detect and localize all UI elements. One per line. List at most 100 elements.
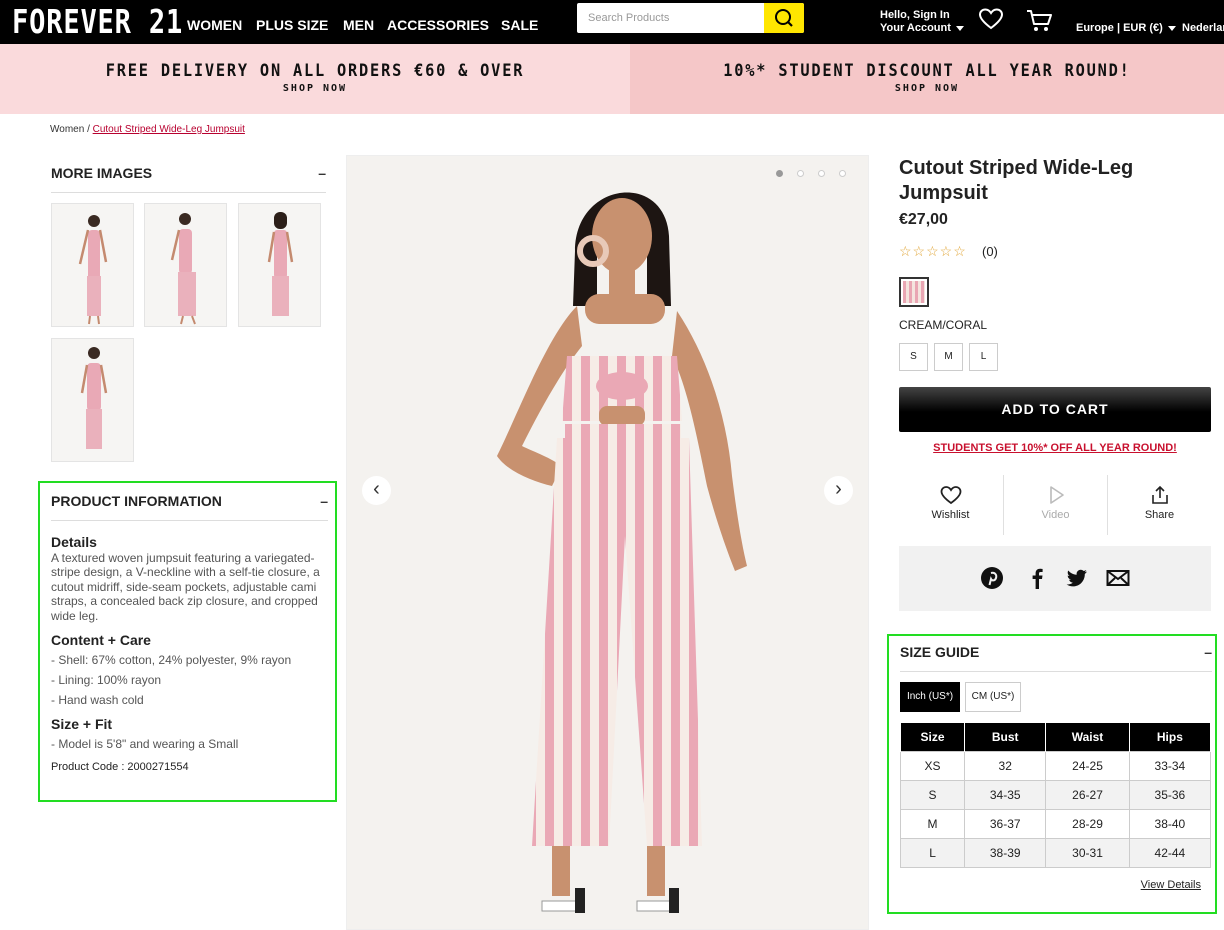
chevron-down-icon bbox=[1167, 25, 1176, 31]
table-cell: 36-37 bbox=[964, 809, 1047, 839]
chevron-down-icon bbox=[955, 25, 964, 31]
collapse-icon[interactable]: – bbox=[320, 493, 328, 509]
table-row: M 36-37 28-29 38-40 bbox=[899, 809, 1212, 839]
table-cell: 33-34 bbox=[1128, 751, 1212, 781]
care-heading: Content + Care bbox=[51, 632, 151, 648]
student-discount-link[interactable]: STUDENTS GET 10%* OFF ALL YEAR ROUND! bbox=[899, 442, 1211, 454]
heart-icon bbox=[940, 486, 961, 505]
product-price: €27,00 bbox=[899, 211, 948, 228]
promo-title: FREE DELIVERY ON ALL ORDERS €60 & OVER bbox=[105, 61, 525, 81]
rating-stars[interactable]: ☆☆☆☆☆ bbox=[899, 243, 967, 260]
unit-cm-button[interactable]: CM (US*) bbox=[965, 682, 1021, 712]
review-count[interactable]: (0) bbox=[982, 244, 998, 259]
size-guide-table: Size Bust Waist Hips XS 32 24-25 33-34 S… bbox=[899, 722, 1212, 868]
size-guide-panel: SIZE GUIDE – Inch (US*) CM (US*) Size Bu… bbox=[887, 634, 1217, 914]
video-button[interactable]: Video bbox=[1004, 475, 1107, 535]
carousel-dot-4[interactable] bbox=[839, 170, 846, 177]
thumbnail-1[interactable] bbox=[51, 203, 134, 327]
pinterest-icon[interactable] bbox=[980, 566, 1004, 590]
add-to-cart-button[interactable]: ADD TO CART bbox=[899, 387, 1211, 432]
nav-men[interactable]: MEN bbox=[343, 17, 374, 33]
carousel-dot-2[interactable] bbox=[797, 170, 804, 177]
video-label: Video bbox=[1041, 509, 1070, 521]
model-jumpsuit-image bbox=[497, 192, 747, 913]
carousel-dot-3[interactable] bbox=[818, 170, 825, 177]
table-header-bust: Bust bbox=[964, 722, 1047, 752]
thumbnail-2[interactable] bbox=[144, 203, 227, 327]
product-information-header[interactable]: PRODUCT INFORMATION – bbox=[51, 493, 328, 521]
view-details-link[interactable]: View Details bbox=[1141, 879, 1201, 891]
account-menu[interactable]: Hello, Sign In Your Account bbox=[880, 9, 964, 35]
care-item: - Hand wash cold bbox=[51, 692, 144, 707]
main-product-image[interactable] bbox=[346, 155, 869, 930]
table-cell: M bbox=[899, 809, 966, 839]
product-title: Cutout Striped Wide-Leg Jumpsuit bbox=[899, 157, 1134, 204]
carousel-dot-1[interactable] bbox=[776, 170, 783, 177]
care-item: - Lining: 100% rayon bbox=[51, 672, 162, 687]
collapse-icon[interactable]: – bbox=[318, 165, 326, 181]
search-button[interactable] bbox=[764, 3, 804, 33]
search-input[interactable] bbox=[577, 3, 764, 33]
size-option-l[interactable]: L bbox=[969, 343, 998, 371]
model-front-image bbox=[78, 215, 108, 325]
promo-shop-now[interactable]: SHOP NOW bbox=[630, 83, 1224, 94]
thumbnail-3[interactable] bbox=[238, 203, 321, 327]
more-images-title: MORE IMAGES bbox=[51, 165, 153, 181]
table-header-hips: Hips bbox=[1128, 722, 1212, 752]
nav-women[interactable]: WOMEN bbox=[187, 17, 242, 33]
product-information-title: PRODUCT INFORMATION bbox=[51, 493, 222, 509]
table-cell: 28-29 bbox=[1045, 809, 1130, 839]
size-guide-header[interactable]: SIZE GUIDE – bbox=[900, 644, 1212, 672]
color-swatch-cream-coral[interactable] bbox=[899, 277, 929, 307]
promo-shop-now[interactable]: SHOP NOW bbox=[0, 83, 630, 94]
next-image-button[interactable]: › bbox=[824, 476, 853, 505]
table-cell: 38-39 bbox=[964, 838, 1047, 868]
nav-accessories[interactable]: ACCESSORIES bbox=[387, 17, 489, 33]
thumbnail-4[interactable] bbox=[51, 338, 134, 462]
shopping-cart-icon[interactable] bbox=[1026, 9, 1054, 33]
product-code: Product Code : 2000271554 bbox=[51, 761, 189, 773]
share-button[interactable]: Share bbox=[1108, 475, 1211, 535]
table-cell: 32 bbox=[964, 751, 1047, 781]
table-cell: 35-36 bbox=[1128, 780, 1212, 810]
region-selector[interactable]: Europe | EUR (€) bbox=[1076, 22, 1176, 34]
model-pose-image bbox=[80, 347, 108, 449]
table-cell: 42-44 bbox=[1128, 838, 1212, 868]
collapse-icon[interactable]: – bbox=[1204, 644, 1212, 660]
color-name: CREAM/CORAL bbox=[899, 318, 988, 332]
table-cell: L bbox=[899, 838, 966, 868]
size-option-s[interactable]: S bbox=[899, 343, 928, 371]
wishlist-label: Wishlist bbox=[931, 509, 970, 521]
breadcrumb-women[interactable]: Women bbox=[50, 124, 84, 135]
details-heading: Details bbox=[51, 534, 97, 550]
account-greeting: Hello, Sign In bbox=[880, 9, 950, 21]
forever21-logo[interactable]: FOREVER 21 bbox=[12, 2, 183, 41]
unit-inch-button[interactable]: Inch (US*) bbox=[900, 682, 960, 712]
more-images-header[interactable]: MORE IMAGES – bbox=[51, 165, 326, 193]
table-cell: S bbox=[899, 780, 966, 810]
region-label: Europe | EUR (€) bbox=[1076, 22, 1163, 34]
email-icon[interactable] bbox=[1106, 566, 1130, 590]
twitter-icon[interactable] bbox=[1065, 566, 1089, 590]
breadcrumb: Women / Cutout Striped Wide-Leg Jumpsuit bbox=[50, 124, 245, 135]
promo-free-delivery[interactable]: FREE DELIVERY ON ALL ORDERS €60 & OVER S… bbox=[0, 44, 630, 114]
breadcrumb-current[interactable]: Cutout Striped Wide-Leg Jumpsuit bbox=[93, 124, 245, 135]
promo-student-discount[interactable]: 10%* STUDENT DISCOUNT ALL YEAR ROUND! SH… bbox=[630, 44, 1224, 114]
table-row: L 38-39 30-31 42-44 bbox=[899, 838, 1212, 868]
wishlist-button[interactable]: Wishlist bbox=[899, 475, 1002, 535]
chevron-left-icon: ‹ bbox=[373, 478, 380, 500]
language-selector[interactable]: Nederlan bbox=[1182, 22, 1224, 34]
social-share-bar bbox=[899, 546, 1211, 611]
details-text: A textured woven jumpsuit featuring a va… bbox=[51, 550, 320, 623]
product-information-panel: PRODUCT INFORMATION – Details A textured… bbox=[38, 481, 337, 802]
nav-plus-size[interactable]: PLUS SIZE bbox=[256, 17, 328, 33]
table-cell: 30-31 bbox=[1045, 838, 1130, 868]
facebook-icon[interactable] bbox=[1025, 566, 1049, 590]
care-item: - Shell: 67% cotton, 24% polyester, 9% r… bbox=[51, 652, 292, 667]
wishlist-heart-icon[interactable] bbox=[978, 7, 1004, 31]
nav-sale[interactable]: SALE bbox=[501, 17, 538, 33]
size-option-m[interactable]: M bbox=[934, 343, 963, 371]
prev-image-button[interactable]: ‹ bbox=[362, 476, 391, 505]
table-cell: XS bbox=[899, 751, 966, 781]
promo-title: 10%* STUDENT DISCOUNT ALL YEAR ROUND! bbox=[723, 61, 1131, 81]
